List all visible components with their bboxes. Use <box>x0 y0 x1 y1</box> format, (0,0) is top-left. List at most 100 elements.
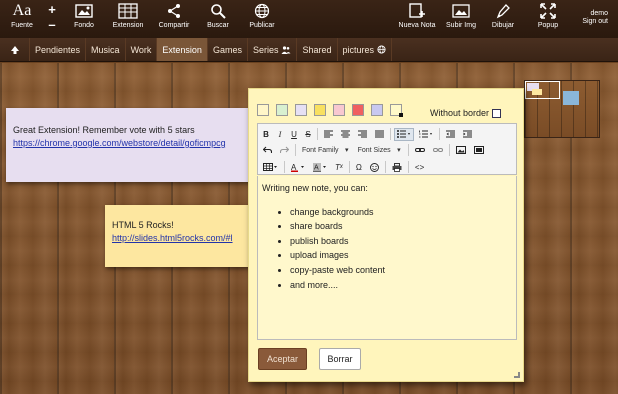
svg-text:A: A <box>314 164 319 171</box>
minimap-note <box>563 91 579 105</box>
tab-label: Games <box>212 44 242 55</box>
align-left-icon[interactable] <box>321 128 336 141</box>
search-button[interactable]: Buscar <box>204 0 232 38</box>
sticky-note-yellow[interactable]: HTML 5 Rocks! http://slides.html5rocks.c… <box>105 205 252 267</box>
popup-button[interactable]: Popup <box>534 0 562 38</box>
font-family-select[interactable]: Font Family <box>299 144 351 157</box>
italic-button[interactable]: I <box>274 128 286 141</box>
tab-games[interactable]: Games <box>208 38 248 61</box>
insert-media-icon[interactable] <box>471 144 487 157</box>
minimap-viewport[interactable] <box>525 81 560 99</box>
feature-list: change backgrounds share boards publish … <box>290 205 516 293</box>
source-code-icon[interactable]: <> <box>412 161 427 174</box>
draw-button-label: Dibujar <box>491 22 515 29</box>
publish-button-label: Publicar <box>249 22 275 29</box>
top-toolbar: Aa Fuente + – Fondo Extension Compartir … <box>0 0 618 38</box>
color-swatch[interactable] <box>314 104 326 116</box>
without-border-label: Without border <box>429 108 489 118</box>
list-item: copy-paste web content <box>290 263 516 278</box>
color-swatch[interactable] <box>371 104 383 116</box>
new-note-button[interactable]: Nueva Nota <box>398 0 436 38</box>
insert-image-icon[interactable] <box>453 144 469 157</box>
font-button-label: Fuente <box>11 22 33 29</box>
indent-icon[interactable] <box>460 128 475 141</box>
share-button[interactable]: Compartir <box>154 0 194 38</box>
underline-button[interactable]: U <box>288 128 300 141</box>
board-minimap[interactable] <box>524 80 600 138</box>
toolbar-separator <box>317 128 318 140</box>
search-icon <box>210 0 226 22</box>
tab-musica[interactable]: Musica <box>86 38 126 61</box>
tab-label: Series <box>252 44 279 55</box>
note-link[interactable]: http://slides.html5rocks.com/#l <box>112 233 233 243</box>
extension-button[interactable]: Extension <box>110 0 146 38</box>
tab-series[interactable]: Series <box>248 38 298 61</box>
font-increase-button[interactable]: + <box>46 2 58 17</box>
without-border-checkbox[interactable] <box>492 108 501 118</box>
table-icon[interactable] <box>260 161 281 174</box>
arrow-up-icon <box>10 45 20 55</box>
color-swatch[interactable] <box>276 104 288 116</box>
unlink-icon[interactable] <box>430 144 446 157</box>
align-center-icon[interactable] <box>338 128 353 141</box>
popup-button-label: Popup <box>537 22 559 29</box>
outdent-icon[interactable] <box>443 128 458 141</box>
tab-extension[interactable]: Extension <box>157 38 208 61</box>
delete-button[interactable]: Borrar <box>319 348 361 370</box>
background-button[interactable]: Fondo <box>70 0 98 38</box>
font-glyph: Aa <box>12 2 32 19</box>
align-right-icon[interactable] <box>355 128 370 141</box>
emoticon-icon[interactable] <box>367 161 382 174</box>
redo-icon[interactable] <box>277 144 292 157</box>
toolbar-separator <box>348 161 350 173</box>
sticky-note-purple[interactable]: Great Extension! Remember vote with 5 st… <box>6 108 252 182</box>
special-character-icon[interactable]: Ω <box>353 161 365 174</box>
color-swatch[interactable] <box>295 104 307 116</box>
undo-icon[interactable] <box>260 144 275 157</box>
upload-image-button[interactable]: Subir Img <box>444 0 478 38</box>
note-link[interactable]: https://chrome.google.com/webstore/detai… <box>13 138 226 148</box>
bold-button[interactable]: B <box>260 128 272 141</box>
note-content-editor[interactable]: Writing new note, you can: change backgr… <box>257 176 517 340</box>
resize-handle[interactable] <box>514 372 520 378</box>
numbered-list-icon[interactable] <box>416 128 436 141</box>
sign-out-link[interactable]: Sign out <box>582 18 608 26</box>
strikethrough-button[interactable]: S <box>302 128 314 141</box>
color-swatch[interactable] <box>257 104 269 116</box>
highlight-color-icon[interactable]: A <box>310 161 330 174</box>
tab-shared[interactable]: Shared <box>297 38 338 61</box>
link-icon[interactable] <box>412 144 428 157</box>
tab-label: pictures <box>342 44 375 55</box>
font-size-select[interactable]: Font Sizes <box>355 144 403 157</box>
color-swatch[interactable] <box>333 104 345 116</box>
font-button[interactable]: Aa Fuente <box>4 0 40 38</box>
people-icon <box>281 45 291 54</box>
publish-button[interactable]: Publicar <box>245 0 279 38</box>
note-editor: Without border B I U S Font Family Fon <box>248 88 524 382</box>
clear-formatting-icon[interactable]: Tx <box>332 161 346 174</box>
user-box: demo Sign out <box>582 10 608 26</box>
print-icon[interactable] <box>389 161 405 174</box>
without-border-toggle: Without border <box>430 108 501 118</box>
toolbar-separator <box>448 144 450 156</box>
accept-button[interactable]: Aceptar <box>258 348 307 370</box>
font-decrease-button[interactable]: – <box>46 17 58 32</box>
text-color-icon[interactable]: A <box>288 161 308 174</box>
home-button[interactable] <box>0 38 30 61</box>
tab-pictures[interactable]: pictures <box>338 38 393 61</box>
bullet-list-icon[interactable] <box>394 127 414 141</box>
list-item: upload images <box>290 248 516 263</box>
color-swatch[interactable] <box>352 104 364 116</box>
tab-label: Shared <box>302 44 332 55</box>
tab-work[interactable]: Work <box>126 38 158 61</box>
grid-icon <box>118 0 138 22</box>
color-swatch-selected[interactable] <box>390 104 403 117</box>
draw-button[interactable]: Dibujar <box>488 0 518 38</box>
font-size-controls: + – <box>46 2 58 34</box>
new-note-button-label: Nueva Nota <box>398 22 436 29</box>
toolbar-separator <box>284 161 285 173</box>
tab-pendientes[interactable]: Pendientes <box>30 38 87 61</box>
list-item: share boards <box>290 219 516 234</box>
list-item: change backgrounds <box>290 205 516 220</box>
align-justify-icon[interactable] <box>372 128 387 141</box>
